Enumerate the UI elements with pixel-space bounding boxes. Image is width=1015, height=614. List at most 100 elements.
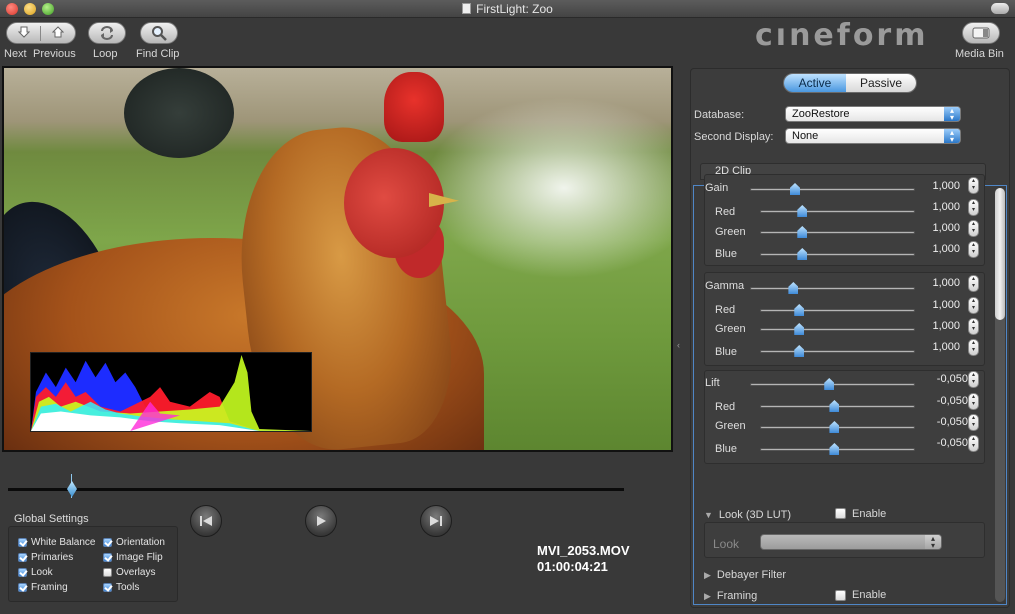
gain-slider[interactable] <box>750 183 915 195</box>
white-balance-checkbox[interactable]: White Balance <box>18 537 95 548</box>
look-3d-lut-disclosure[interactable]: ▼ Look (3D LUT) <box>704 509 791 521</box>
checkbox-icon <box>103 553 112 562</box>
previous-label: Previous <box>33 48 76 60</box>
arrow-down-icon <box>17 26 30 38</box>
gain-red-slider[interactable] <box>760 205 915 217</box>
next-label: Next <box>4 48 27 60</box>
title-bar: FirstLight: Zoo <box>0 0 1015 18</box>
lift-value[interactable]: -0,050 <box>924 373 968 385</box>
image-flip-checkbox[interactable]: Image Flip <box>103 552 163 563</box>
lift-green-value[interactable]: -0,050 <box>924 416 968 428</box>
tab-active[interactable]: Active <box>784 74 846 92</box>
select-arrows-icon: ▴ ▾ <box>944 129 960 144</box>
lift-slider[interactable] <box>750 378 915 390</box>
gain-stepper[interactable]: ▴ ▾ <box>968 177 979 194</box>
lift-blue-slider[interactable] <box>760 443 915 455</box>
second-display-label: Second Display: <box>694 131 774 143</box>
document-icon <box>462 3 472 14</box>
find-clip-button[interactable] <box>140 22 178 44</box>
gain-green-stepper[interactable]: ▴ ▾ <box>968 220 979 237</box>
checkbox-icon <box>18 568 27 577</box>
toolbar-toggle-button[interactable] <box>991 3 1009 14</box>
previous-button[interactable] <box>41 25 75 41</box>
disclosure-closed-icon: ▶ <box>704 591 711 601</box>
skip-forward-icon <box>430 516 442 526</box>
magnifier-icon <box>152 26 167 41</box>
lift-green-stepper[interactable]: ▴ ▾ <box>968 414 979 431</box>
rooster-comb-image <box>384 72 444 142</box>
debayer-filter-disclosure[interactable]: ▶ Debayer Filter <box>704 569 786 581</box>
primaries-checkbox[interactable]: Primaries <box>18 552 73 563</box>
lift-blue-stepper[interactable]: ▴ ▾ <box>968 435 979 452</box>
timeline-track[interactable] <box>8 488 624 491</box>
tools-checkbox[interactable]: Tools <box>103 582 139 593</box>
second-display-select[interactable]: None ▴ ▾ <box>785 128 961 144</box>
database-select[interactable]: ZooRestore ▴ ▾ <box>785 106 961 122</box>
gamma-red-slider[interactable] <box>760 304 915 316</box>
lift-red-stepper[interactable]: ▴ ▾ <box>968 393 979 410</box>
framing-checkbox[interactable]: Framing <box>18 582 68 593</box>
gamma-blue-value[interactable]: 1,000 <box>916 341 960 353</box>
disclosure-closed-icon: ▶ <box>704 570 711 580</box>
gain-red-stepper[interactable]: ▴ ▾ <box>968 199 979 216</box>
media-bin-label: Media Bin <box>955 48 1004 60</box>
overlays-checkbox[interactable]: Overlays <box>103 567 155 578</box>
media-bin-button[interactable] <box>962 22 1000 44</box>
look-select[interactable]: ▴ ▾ <box>760 534 942 550</box>
global-settings-title: Global Settings <box>14 513 89 525</box>
database-label: Database: <box>694 109 745 121</box>
gamma-label: Gamma <box>705 280 745 292</box>
framing-enable-checkbox[interactable] <box>835 590 846 601</box>
background-bird-image <box>124 68 234 158</box>
gamma-green-stepper[interactable]: ▴ ▾ <box>968 318 979 335</box>
orientation-checkbox[interactable]: Orientation <box>103 537 165 548</box>
gain-green-slider[interactable] <box>760 226 915 238</box>
arrow-up-icon <box>51 25 65 37</box>
gain-blue-value[interactable]: 1,000 <box>916 243 960 255</box>
loop-icon <box>101 26 113 40</box>
lift-blue-value[interactable]: -0,050 <box>924 437 968 449</box>
cineform-logo: cıneform <box>755 18 929 53</box>
gamma-blue-stepper[interactable]: ▴ ▾ <box>968 339 979 356</box>
app-window: FirstLight: Zoo Next Previous Loop Find … <box>0 0 1015 614</box>
lift-stepper[interactable]: ▴ ▾ <box>968 371 979 388</box>
next-button[interactable] <box>7 25 42 41</box>
vertical-scrollbar-thumb[interactable] <box>995 188 1005 320</box>
gamma-red-value[interactable]: 1,000 <box>916 299 960 311</box>
go-to-start-button[interactable] <box>190 505 222 537</box>
lift-label: Lift <box>705 377 720 389</box>
playhead-knob[interactable] <box>67 481 77 497</box>
loop-button[interactable] <box>88 22 126 44</box>
gain-blue-label: Blue <box>715 248 738 260</box>
gamma-blue-slider[interactable] <box>760 345 915 357</box>
go-to-end-button[interactable] <box>420 505 452 537</box>
lift-green-slider[interactable] <box>760 421 915 433</box>
gamma-slider[interactable] <box>750 282 915 294</box>
checkbox-icon <box>18 538 27 547</box>
gain-value[interactable]: 1,000 <box>916 180 960 192</box>
look-checkbox[interactable]: Look <box>18 567 53 578</box>
gamma-green-slider[interactable] <box>760 323 915 335</box>
video-viewer[interactable] <box>2 66 673 452</box>
split-view-handle[interactable]: ‹ <box>677 340 680 350</box>
gamma-red-stepper[interactable]: ▴ ▾ <box>968 297 979 314</box>
rooster-beak-image <box>429 193 459 207</box>
gain-blue-slider[interactable] <box>760 248 915 260</box>
look-enable-checkbox[interactable] <box>835 508 846 519</box>
timecode: 01:00:04:21 <box>537 559 608 574</box>
gain-red-value[interactable]: 1,000 <box>916 201 960 213</box>
gamma-green-value[interactable]: 1,000 <box>916 320 960 332</box>
checkbox-icon <box>103 583 112 592</box>
tab-passive[interactable]: Passive <box>846 74 916 92</box>
gain-green-value[interactable]: 1,000 <box>916 222 960 234</box>
next-previous-button-group <box>6 22 76 44</box>
clip-info: MVI_2053.MOV 01:00:04:21 <box>537 543 630 575</box>
gamma-stepper[interactable]: ▴ ▾ <box>968 275 979 292</box>
gain-blue-stepper[interactable]: ▴ ▾ <box>968 241 979 258</box>
lift-red-slider[interactable] <box>760 400 915 412</box>
lift-red-value[interactable]: -0,050 <box>924 395 968 407</box>
framing-disclosure[interactable]: ▶ Framing <box>704 590 757 602</box>
gamma-value[interactable]: 1,000 <box>916 277 960 289</box>
play-button[interactable] <box>305 505 337 537</box>
gain-red-label: Red <box>715 206 736 218</box>
